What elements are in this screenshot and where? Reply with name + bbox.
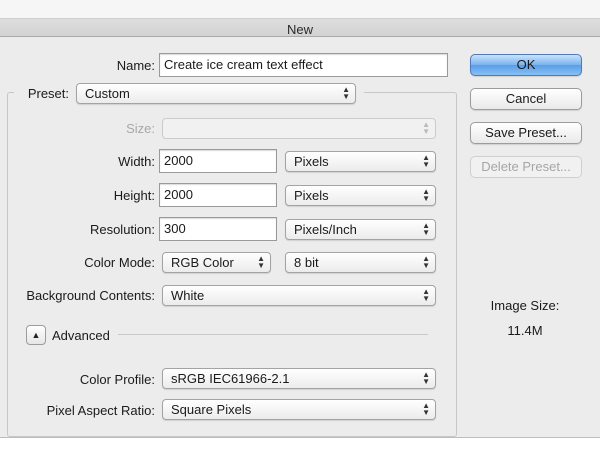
bit-depth-value: 8 bit <box>294 255 319 270</box>
pixel-aspect-ratio-value: Square Pixels <box>171 402 252 417</box>
select-arrows-icon: ▲ ▼ <box>342 85 350 101</box>
triangle-up-icon: ▲ <box>31 330 41 340</box>
color-profile-value: sRGB IEC61966-2.1 <box>171 371 290 386</box>
background-contents-select[interactable]: White ▲ ▼ <box>162 285 436 306</box>
pixel-aspect-ratio-select[interactable]: Square Pixels ▲ ▼ <box>162 399 436 420</box>
width-unit-select[interactable]: Pixels ▲ ▼ <box>285 151 436 172</box>
width-label: Width: <box>118 154 155 169</box>
select-arrows-icon: ▲ ▼ <box>422 254 430 270</box>
dialog-title: New <box>286 22 313 37</box>
select-arrows-icon: ▲ ▼ <box>422 370 430 386</box>
image-size-label: Image Size: <box>490 298 560 313</box>
select-arrows-icon: ▲ ▼ <box>257 254 265 270</box>
advanced-divider <box>118 334 428 335</box>
select-arrows-icon: ▲ ▼ <box>422 187 430 203</box>
save-preset-button[interactable]: Save Preset... <box>470 122 582 144</box>
resolution-unit-value: Pixels/Inch <box>294 222 357 237</box>
color-profile-select[interactable]: sRGB IEC61966-2.1 ▲ ▼ <box>162 368 436 389</box>
width-field[interactable]: 2000 <box>159 149 277 173</box>
name-label: Name: <box>116 58 155 73</box>
color-mode-label: Color Mode: <box>84 255 155 270</box>
advanced-disclosure-button[interactable]: ▲ <box>26 325 46 345</box>
background-contents-label: Background Contents: <box>26 288 155 303</box>
ok-button[interactable]: OK <box>470 54 582 76</box>
advanced-label: Advanced <box>52 328 110 343</box>
cancel-button[interactable]: Cancel <box>470 88 582 110</box>
image-size-value: 11.4M <box>507 323 543 338</box>
bottom-strip <box>0 437 600 468</box>
width-unit-value: Pixels <box>294 154 329 169</box>
size-label: Size: <box>126 121 155 136</box>
height-field[interactable]: 2000 <box>159 183 277 207</box>
name-field[interactable]: Create ice cream text effect <box>159 53 448 77</box>
preset-select[interactable]: Custom ▲ ▼ <box>76 83 356 104</box>
size-select: ▲ ▼ <box>162 118 436 139</box>
title-bar: New <box>0 0 600 37</box>
preset-select-value: Custom <box>85 86 130 101</box>
window-top-strip <box>0 0 600 19</box>
color-mode-value: RGB Color <box>171 255 234 270</box>
delete-preset-button: Delete Preset... <box>470 156 582 178</box>
select-arrows-icon: ▲ ▼ <box>422 221 430 237</box>
height-label: Height: <box>113 188 155 203</box>
height-unit-select[interactable]: Pixels ▲ ▼ <box>285 185 436 206</box>
background-contents-value: White <box>171 288 205 303</box>
bit-depth-select[interactable]: 8 bit ▲ ▼ <box>285 252 436 273</box>
select-arrows-icon: ▲ ▼ <box>422 120 430 136</box>
pixel-aspect-ratio-label: Pixel Aspect Ratio: <box>46 403 155 418</box>
height-unit-value: Pixels <box>294 188 329 203</box>
resolution-label: Resolution: <box>89 222 155 237</box>
resolution-unit-select[interactable]: Pixels/Inch ▲ ▼ <box>285 219 436 240</box>
color-profile-label: Color Profile: <box>79 372 155 387</box>
color-mode-select[interactable]: RGB Color ▲ ▼ <box>162 252 271 273</box>
select-arrows-icon: ▲ ▼ <box>422 401 430 417</box>
select-arrows-icon: ▲ ▼ <box>422 153 430 169</box>
resolution-field[interactable]: 300 <box>159 217 277 241</box>
preset-label: Preset: <box>27 86 69 101</box>
select-arrows-icon: ▲ ▼ <box>422 287 430 303</box>
